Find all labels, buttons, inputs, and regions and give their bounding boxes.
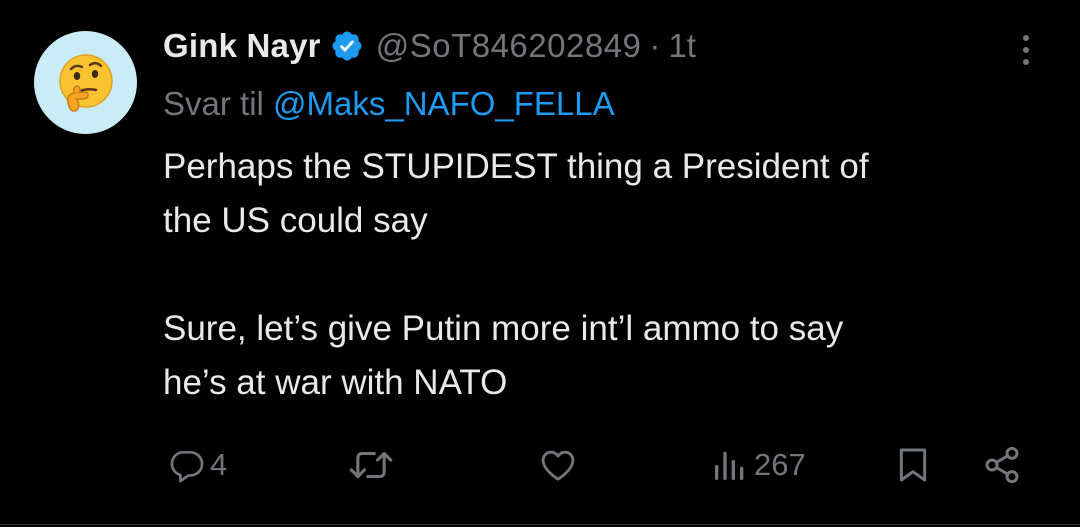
reply-context: Svar til @Maks_NAFO_FELLA [163, 84, 615, 124]
retweet-button[interactable] [348, 440, 398, 490]
bookmark-icon [899, 448, 927, 482]
retweet-icon [349, 451, 393, 479]
reply-mention-link[interactable]: @Maks_NAFO_FELLA [273, 85, 615, 122]
tweet-text-line: he’s at war with NATO [163, 363, 508, 402]
views-icon [715, 451, 744, 480]
action-bar: 4 267 [0, 440, 1080, 490]
views-button[interactable]: 267 [710, 440, 806, 490]
like-button[interactable] [537, 440, 583, 490]
reply-prefix: Svar til [163, 85, 264, 122]
author-handle[interactable]: @SoT846202849 [376, 27, 642, 65]
tweet[interactable]: Gink Nayr @SoT846202849 · 1t Svar til @M… [0, 0, 1080, 527]
display-name[interactable]: Gink Nayr [163, 27, 321, 65]
avatar[interactable] [34, 31, 137, 134]
divider [0, 524, 1080, 525]
tweet-text-line: Sure, let’s give Putin more int’l ammo t… [163, 309, 844, 348]
heart-icon [541, 450, 575, 481]
reply-icon [170, 450, 204, 483]
thinking-face-emoji-icon [58, 53, 113, 112]
separator-dot: · [649, 27, 661, 64]
tweet-text: Perhaps the STUPIDEST thing a President … [163, 140, 1043, 410]
views-count: 267 [754, 447, 806, 482]
more-dots-icon[interactable] [1016, 32, 1036, 72]
bookmark-button[interactable] [893, 440, 933, 490]
share-icon [985, 446, 1019, 484]
reply-count: 4 [210, 447, 228, 482]
tweet-header: Gink Nayr @SoT846202849 · 1t [163, 26, 696, 66]
timestamp[interactable]: 1t [668, 27, 696, 65]
tweet-text-line: the US could say [163, 201, 428, 240]
share-button[interactable] [982, 440, 1022, 490]
verified-badge-icon[interactable] [330, 29, 364, 63]
reply-button[interactable]: 4 [168, 440, 227, 490]
tweet-text-line: Perhaps the STUPIDEST thing a President … [163, 147, 869, 186]
